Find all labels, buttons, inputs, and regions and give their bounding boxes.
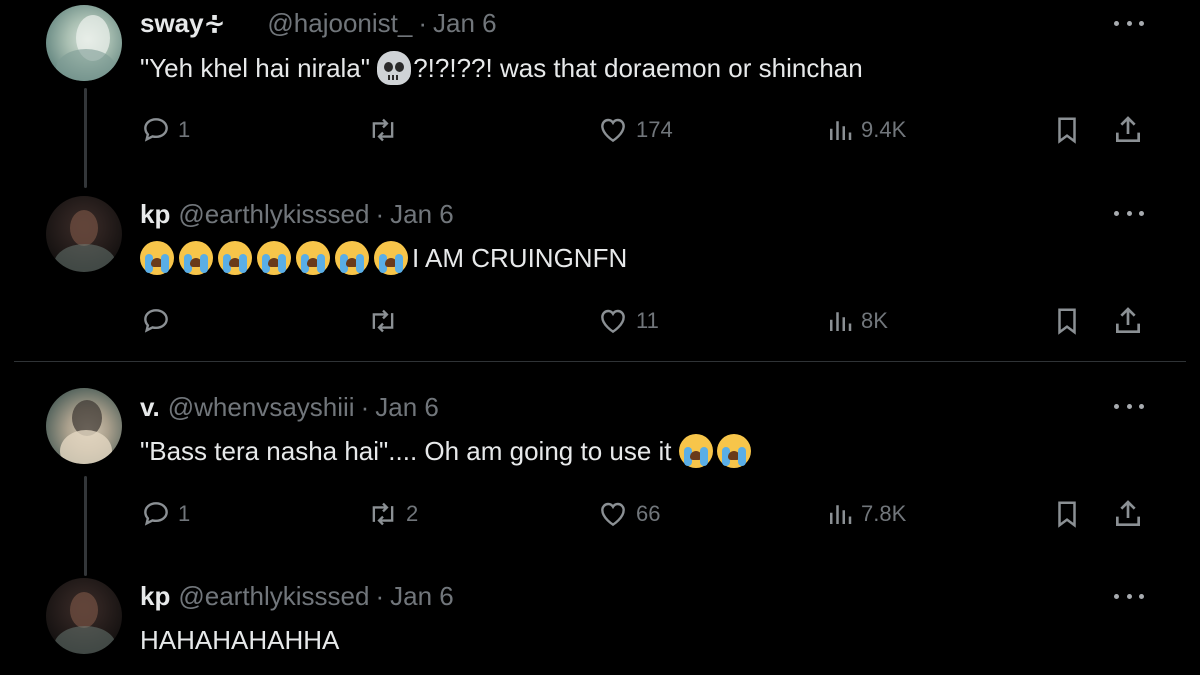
views-icon: [830, 505, 852, 524]
reply-count: 1: [178, 117, 191, 142]
like-count: 174: [636, 117, 673, 142]
bookmark-button[interactable]: [1052, 303, 1082, 339]
like-icon: [601, 118, 625, 143]
tweet[interactable]: kp @earthlykisssed · Jan 6 I AM CRUINGNF…: [0, 192, 1200, 362]
tweet-text: "Yeh khel hai nirala" ?!?!??! was that d…: [140, 50, 863, 86]
like-button[interactable]: 66: [596, 496, 660, 532]
bookmark-icon: [1058, 117, 1076, 144]
user-handle[interactable]: @earthlykisssed: [178, 581, 369, 612]
views-icon: [830, 121, 852, 140]
separator-dot: ·: [375, 198, 385, 229]
thread-divider: [14, 361, 1186, 362]
reply-button[interactable]: 1: [140, 112, 190, 148]
tweet[interactable]: sway∻ @hajoonist_ · Jan 6 "Yeh khel hai …: [0, 0, 1200, 170]
more-icon[interactable]: [1114, 591, 1144, 601]
views-button[interactable]: 9.4K: [825, 112, 906, 148]
tweet-actions: 1 2 66 7.8K: [140, 496, 1150, 532]
tweet-text: I AM CRUINGNFN: [140, 240, 627, 276]
share-icon: [1116, 500, 1140, 526]
retweet-button[interactable]: [366, 112, 406, 148]
views-count: 9.4K: [861, 117, 907, 142]
avatar[interactable]: [46, 5, 122, 81]
bookmark-icon: [1058, 308, 1076, 335]
retweet-icon: [372, 309, 394, 333]
separator-dot: ·: [375, 580, 385, 611]
like-button[interactable]: 174: [596, 112, 673, 148]
loudly-crying-face-icon: [716, 434, 751, 468]
reply-button[interactable]: [140, 303, 178, 339]
like-count: 66: [636, 501, 661, 526]
loudly-crying-face-icon: [374, 241, 408, 275]
user-handle[interactable]: @hajoonist_: [267, 8, 412, 39]
user-handle[interactable]: @whenvsayshiii: [168, 392, 355, 423]
user-handle[interactable]: @earthlykisssed: [178, 199, 369, 230]
views-icon: [830, 312, 852, 331]
tweet-text-part: "Yeh khel hai nirala": [140, 52, 378, 83]
tweet[interactable]: v. @whenvsayshiii · Jan 6 "Bass tera nas…: [0, 386, 1200, 556]
like-icon: [601, 309, 625, 334]
avatar[interactable]: [46, 578, 122, 654]
skull-emoji-icon: [377, 51, 412, 85]
tweet-text-part: HAHAHAHAHHA: [140, 624, 340, 655]
share-icon: [1116, 307, 1140, 333]
tweet-actions: 11 8K: [140, 303, 1150, 339]
retweet-icon: [372, 502, 394, 526]
avatar[interactable]: [46, 388, 122, 464]
timestamp[interactable]: Jan 6: [390, 581, 454, 612]
more-icon[interactable]: [1114, 18, 1144, 28]
display-name[interactable]: v.: [140, 392, 160, 423]
loudly-crying-face-icon: [335, 241, 369, 275]
tweet-text: "Bass tera nasha hai".... Oh am going to…: [140, 433, 753, 469]
views-count: 7.8K: [861, 501, 907, 526]
separator-dot: ·: [360, 391, 370, 422]
display-name[interactable]: kp: [140, 199, 170, 230]
timestamp[interactable]: Jan 6: [390, 199, 454, 230]
like-icon: [601, 502, 625, 527]
share-button[interactable]: [1112, 496, 1144, 532]
retweet-icon: [372, 118, 394, 142]
share-button[interactable]: [1112, 112, 1144, 148]
reply-count: 1: [178, 501, 191, 526]
loudly-crying-face-icon: [296, 241, 330, 275]
tweet-actions: 1 174 9.4K: [140, 112, 1150, 148]
bookmark-button[interactable]: [1052, 496, 1082, 532]
retweet-button[interactable]: [366, 303, 406, 339]
tweet-text: HAHAHAHAHHA: [140, 622, 339, 658]
bookmark-button[interactable]: [1052, 112, 1082, 148]
views-count: 8K: [861, 308, 888, 333]
reply-icon: [144, 309, 168, 333]
separator-dot: ·: [418, 7, 427, 38]
retweet-count: 2: [406, 501, 419, 526]
tweet-text-part: "Bass tera nasha hai".... Oh am going to…: [140, 435, 679, 466]
like-count: 11: [636, 308, 659, 333]
tweet-text-part: ?!?!??! was that doraemon or shinchan: [413, 52, 863, 83]
loudly-crying-face-icon: [140, 241, 174, 275]
display-name[interactable]: kp: [140, 581, 170, 612]
share-icon: [1116, 116, 1140, 142]
views-button[interactable]: 8K: [825, 303, 888, 339]
reply-button[interactable]: 1: [140, 496, 190, 532]
more-icon[interactable]: [1114, 208, 1144, 218]
loudly-crying-face-icon: [678, 434, 713, 468]
more-icon[interactable]: [1114, 401, 1144, 411]
avatar[interactable]: [46, 196, 122, 272]
reply-icon: [144, 118, 168, 142]
share-button[interactable]: [1112, 303, 1144, 339]
loudly-crying-face-icon: [218, 241, 252, 275]
timestamp[interactable]: Jan 6: [433, 8, 497, 39]
like-button[interactable]: 11: [596, 303, 659, 339]
tweet[interactable]: kp @earthlykisssed · Jan 6 HAHAHAHAHHA: [0, 576, 1200, 675]
tweet-text-part: I AM CRUINGNFN: [412, 242, 628, 273]
views-button[interactable]: 7.8K: [825, 496, 906, 532]
timestamp[interactable]: Jan 6: [375, 392, 439, 423]
reply-icon: [144, 502, 168, 526]
loudly-crying-face-icon: [179, 241, 213, 275]
retweet-button[interactable]: 2: [366, 496, 418, 532]
display-name[interactable]: sway∻: [140, 8, 225, 39]
bookmark-icon: [1058, 501, 1076, 528]
loudly-crying-face-icon: [257, 241, 291, 275]
